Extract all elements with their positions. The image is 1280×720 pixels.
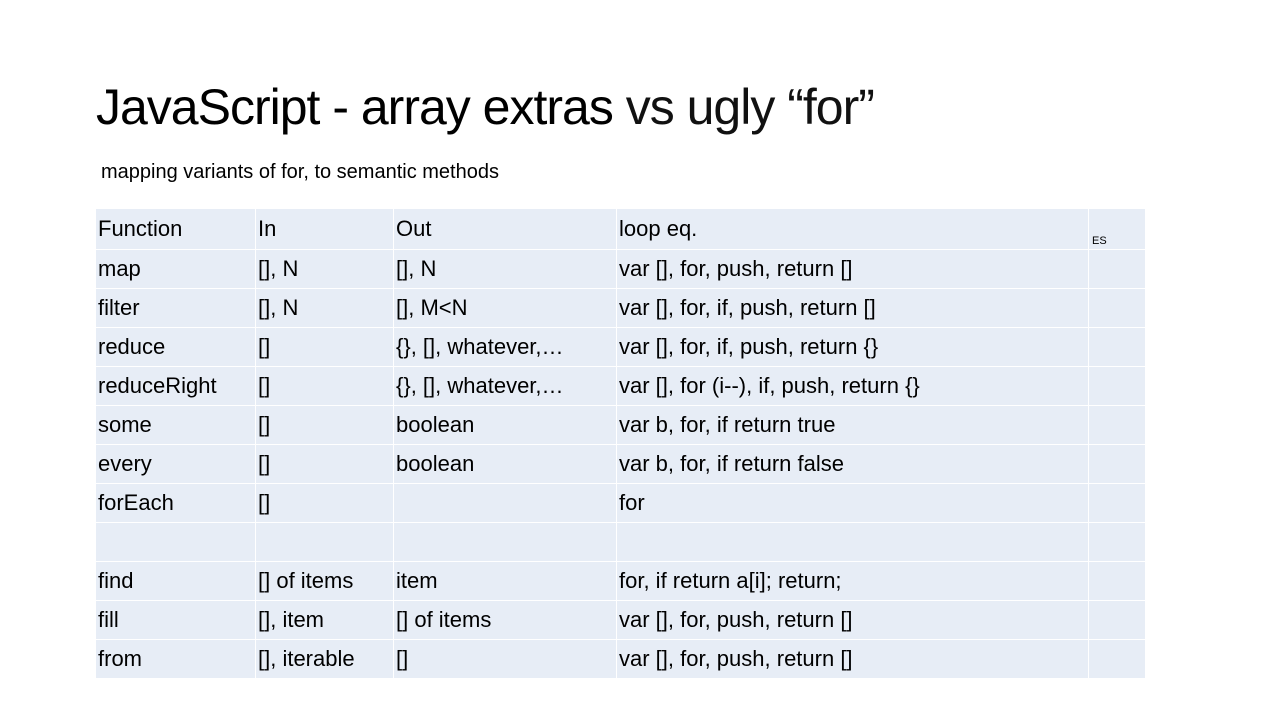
cell-function: some [96,406,256,445]
cell-function: forEach [96,484,256,523]
slide: JavaScript - array extras vs ugly “for” … [0,0,1280,720]
header-cell-out: Out [394,209,617,250]
table-row: every[] boolean var b, for, if return fals… [96,445,1146,484]
cell-in [256,523,394,562]
table-row: reduceRight[] {}, [], whatever,… var [], f… [96,367,1146,406]
cell-es [1089,328,1146,367]
header-cell-loop: loop eq. [617,209,1089,250]
cell-function: map [96,250,256,289]
slide-subtitle: mapping variants of for, to semantic met… [101,161,499,183]
cell-function: reduce [96,328,256,367]
cell-out: [], M<N [394,289,617,328]
table-header-row: Function In Out loop eq. ES [96,209,1146,250]
cell-function: filter [96,289,256,328]
slide-title: JavaScript - array extras vs ugly “for” [96,72,875,142]
cell-in: [] of items [256,562,394,601]
table-row: reduce[] {}, [], whatever,… var [], for, i… [96,328,1146,367]
header-cell-in: In [256,209,394,250]
cell-loop: var [], for, push, return [] [617,250,1089,289]
cell-es [1089,250,1146,289]
cell-out: {}, [], whatever,… [394,367,617,406]
array-extras-table: Function In Out loop eq. ES map [], N [], … [96,209,1146,679]
cell-loop: for [617,484,1089,523]
cell-es [1089,445,1146,484]
table-row: fill [], item[] of items var [], for, push… [96,601,1146,640]
cell-function: from [96,640,256,679]
cell-in: [] [256,367,394,406]
cell-function: find [96,562,256,601]
cell-out [394,484,617,523]
cell-loop: var [], for, if, push, return [] [617,289,1089,328]
cell-loop: var b, for, if return false [617,445,1089,484]
cell-loop: var [], for, push, return [] [617,601,1089,640]
cell-out: [] of items [394,601,617,640]
cell-in: [], N [256,289,394,328]
cell-loop [617,523,1089,562]
header-cell-function: Function [96,209,256,250]
table-row [96,523,1146,562]
table-row: find[] of items item for, if return a[i]; … [96,562,1146,601]
cell-loop: var [], for (i--), if, push, return {} [617,367,1089,406]
cell-out: item [394,562,617,601]
cell-function: reduceRight [96,367,256,406]
slide-title-suffix: vs ugly “for” [612,79,875,135]
cell-in: [] [256,328,394,367]
table-row: from [], iterable[] var [], for, push, ret… [96,640,1146,679]
cell-loop: var [], for, push, return [] [617,640,1089,679]
table-row: map [], N [], Nvar [], for, push, return [… [96,250,1146,289]
cell-in: [] [256,445,394,484]
table-row: some[] boolean var b, for, if return true [96,406,1146,445]
cell-es [1089,640,1146,679]
header-cell-es: ES [1089,209,1146,250]
cell-loop: for, if return a[i]; return; [617,562,1089,601]
cell-es [1089,484,1146,523]
table-row: forEach[] for [96,484,1146,523]
cell-in: [] [256,406,394,445]
cell-in: [], N [256,250,394,289]
table-row: filter [], N [], M<N var [], for, if, push,… [96,289,1146,328]
cell-es [1089,406,1146,445]
cell-in: [], item [256,601,394,640]
cell-es [1089,562,1146,601]
cell-in: [], iterable [256,640,394,679]
slide-title-main: JavaScript - array extras [96,79,614,135]
cell-out: [] [394,640,617,679]
cell-es [1089,367,1146,406]
cell-in: [] [256,484,394,523]
cell-es [1089,289,1146,328]
cell-loop: var [], for, if, push, return {} [617,328,1089,367]
cell-function: every [96,445,256,484]
cell-out: [], N [394,250,617,289]
cell-function [96,523,256,562]
cell-es [1089,601,1146,640]
cell-loop: var b, for, if return true [617,406,1089,445]
cell-out: boolean [394,406,617,445]
cell-es [1089,523,1146,562]
cell-function: fill [96,601,256,640]
cell-out: {}, [], whatever,… [394,328,617,367]
cell-out: boolean [394,445,617,484]
cell-out [394,523,617,562]
